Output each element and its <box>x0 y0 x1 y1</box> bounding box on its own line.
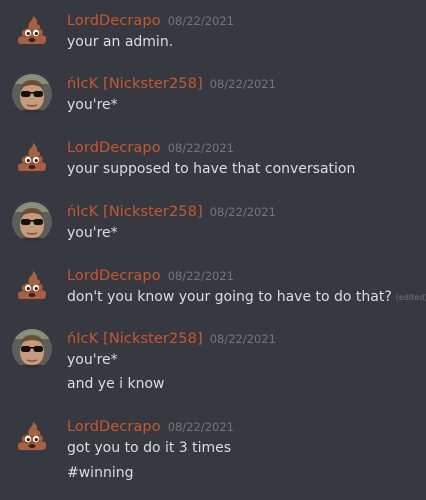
message-text: your an admin. <box>67 34 174 50</box>
username[interactable]: LordDecrapo <box>67 268 161 284</box>
timestamp: 08/22/2021 <box>167 14 234 28</box>
username[interactable]: LordDecrapo <box>67 13 161 29</box>
timestamp: 08/22/2021 <box>209 77 277 91</box>
message-text: don't you know your going to have to do … <box>67 288 426 307</box>
timestamp: 08/22/2021 <box>167 420 234 434</box>
username[interactable]: ńΙcΚ [Nickster258] <box>67 76 203 92</box>
sunglasses-man-avatar[interactable] <box>12 74 52 114</box>
username[interactable]: LordDecrapo <box>67 419 161 435</box>
timestamp: 08/22/2021 <box>209 205 277 219</box>
poop-emoji-avatar[interactable] <box>12 11 52 51</box>
message-text: you're* <box>67 352 118 368</box>
message-text: you're* <box>67 225 118 241</box>
timestamp: 08/22/2021 <box>167 269 234 283</box>
poop-emoji-avatar[interactable] <box>12 266 52 306</box>
username[interactable]: LordDecrapo <box>67 140 161 156</box>
poop-emoji-avatar[interactable] <box>12 138 52 178</box>
message-text: and ye i know <box>67 376 165 392</box>
message-text: you're* <box>67 97 118 113</box>
message-text: got you to do it 3 times <box>67 440 232 456</box>
sunglasses-man-avatar[interactable] <box>12 329 52 369</box>
username[interactable]: ńΙcΚ [Nickster258] <box>67 331 203 347</box>
poop-emoji-avatar[interactable] <box>12 417 52 457</box>
username[interactable]: ńΙcΚ [Nickster258] <box>67 204 203 220</box>
timestamp: 08/22/2021 <box>209 332 277 346</box>
message-text-content: don't you know your going to have to do … <box>67 289 392 305</box>
timestamp: 08/22/2021 <box>167 141 234 155</box>
message-text: #winning <box>67 465 134 481</box>
edited-label: (edited) <box>395 293 426 302</box>
sunglasses-man-avatar[interactable] <box>12 202 52 242</box>
message-text: your supposed to have that conversation <box>67 161 356 177</box>
